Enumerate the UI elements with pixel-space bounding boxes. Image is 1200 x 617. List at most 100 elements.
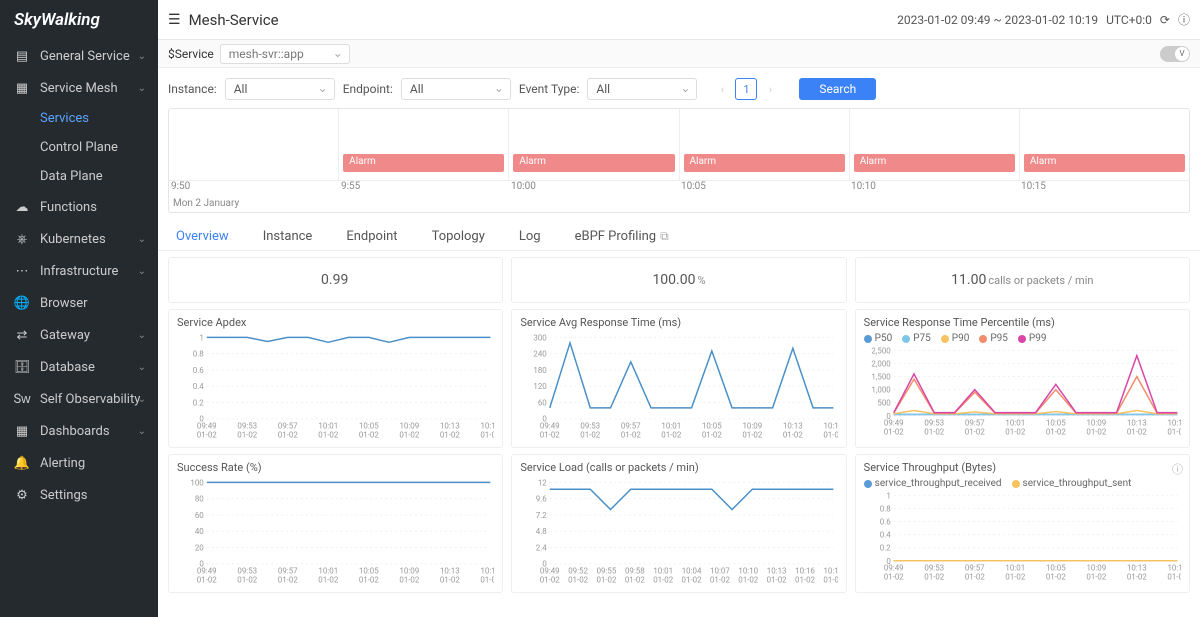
sidebar-item-functions[interactable]: ☁Functions	[0, 191, 158, 223]
svg-text:09:57: 09:57	[621, 422, 641, 431]
svg-text:10:01: 10:01	[654, 567, 674, 576]
menu-toggle-icon[interactable]: ☰	[168, 12, 181, 28]
copy-icon[interactable]: ⧉	[660, 229, 669, 243]
tab-ebpf-profiling[interactable]: eBPF Profiling⧉	[575, 229, 669, 244]
svg-text:0.6: 0.6	[193, 366, 205, 375]
chart-apdex: Service Apdex 00.20.40.60.8109:4901-0209…	[168, 309, 503, 448]
sw-icon: Sᴡ	[14, 391, 30, 407]
tab-log[interactable]: Log	[519, 229, 541, 244]
db-icon: 🗄	[14, 359, 30, 375]
svg-text:10:17: 10:17	[480, 567, 494, 576]
svg-text:2.4: 2.4	[536, 543, 548, 552]
alarm-event[interactable]: Alarm	[684, 154, 845, 172]
sidebar-subitem-data-plane[interactable]: Data Plane	[0, 162, 158, 191]
sidebar-item-general-service[interactable]: ▤General Service⌄	[0, 40, 158, 72]
bars-icon: ▤	[14, 48, 30, 64]
endpoint-select[interactable]: All	[401, 78, 511, 100]
tab-overview[interactable]: Overview	[176, 229, 229, 244]
legend-item[interactable]: P75	[902, 333, 931, 344]
sidebar-item-label: Self Observability	[40, 392, 140, 407]
alarm-event[interactable]: Alarm	[343, 154, 504, 172]
event-type-select[interactable]: All	[587, 78, 697, 100]
legend-item[interactable]: P99	[1018, 333, 1047, 344]
view-toggle[interactable]	[1160, 46, 1190, 62]
alarm-event[interactable]: Alarm	[513, 154, 674, 172]
svg-text:10:09: 10:09	[399, 567, 419, 576]
legend-item[interactable]: service_throughput_sent	[1012, 478, 1132, 489]
sidebar-subitem-services[interactable]: Services	[0, 104, 158, 133]
legend-item[interactable]: service_throughput_received	[864, 478, 1002, 489]
sidebar-item-label: Kubernetes	[40, 232, 106, 247]
info-icon[interactable]: ⓘ	[1178, 11, 1190, 28]
sidebar-item-settings[interactable]: ⚙Settings	[0, 479, 158, 511]
service-var-label: $Service	[168, 47, 214, 61]
svg-text:09:53: 09:53	[924, 419, 944, 428]
info-icon[interactable]: ⓘ	[1172, 461, 1183, 477]
svg-text:10:16: 10:16	[795, 567, 815, 576]
svg-text:180: 180	[534, 366, 547, 375]
svg-text:09:57: 09:57	[965, 419, 985, 428]
chart-title: Service Response Time Percentile (ms)	[864, 316, 1181, 329]
sidebar-item-kubernetes[interactable]: ⎈Kubernetes⌄	[0, 223, 158, 255]
time-range[interactable]: 2023-01-02 09:49 ~ 2023-01-02 10:19	[897, 13, 1098, 27]
sidebar-item-dashboards[interactable]: ▦Dashboards⌄	[0, 415, 158, 447]
legend-item[interactable]: P90	[941, 333, 970, 344]
sidebar-item-infrastructure[interactable]: ⋯Infrastructure⌄	[0, 255, 158, 287]
refresh-icon[interactable]: ⟳	[1160, 13, 1170, 27]
chevron-down-icon: ⌄	[138, 362, 146, 373]
svg-text:10:01: 10:01	[1005, 419, 1025, 428]
sidebar-item-label: Service Mesh	[40, 81, 118, 96]
svg-text:09:53: 09:53	[581, 422, 601, 431]
sidebar-item-label: General Service	[40, 49, 130, 64]
sidebar-item-self-observability[interactable]: Sᴡ Self Observability⌄	[0, 383, 158, 415]
metric-unit: calls or packets / min	[988, 274, 1093, 287]
tab-instance[interactable]: Instance	[263, 229, 313, 244]
service-bar: $Service mesh-svr::app	[158, 40, 1200, 68]
tab-endpoint[interactable]: Endpoint	[346, 229, 397, 244]
sidebar-item-gateway[interactable]: ⇄Gateway⌄	[0, 319, 158, 351]
chevron-down-icon: ⌄	[138, 394, 146, 405]
svg-text:01-02: 01-02	[237, 576, 258, 585]
alarm-event[interactable]: Alarm	[854, 154, 1015, 172]
svg-text:01-02: 01-02	[1127, 428, 1148, 437]
svg-text:01-02: 01-02	[581, 431, 602, 440]
sidebar-item-browser[interactable]: 🌐Browser	[0, 287, 158, 319]
search-button[interactable]: Search	[799, 78, 876, 100]
tab-topology[interactable]: Topology	[432, 229, 485, 244]
page-next[interactable]: ›	[759, 78, 781, 100]
svg-text:01-02: 01-02	[1086, 573, 1107, 582]
timeline-tick: 9:50	[169, 181, 339, 195]
svg-text:09:49: 09:49	[540, 422, 560, 431]
svg-text:10:13: 10:13	[1127, 564, 1147, 573]
metric-value: 0.99	[321, 272, 348, 288]
sidebar-item-alerting[interactable]: 🔔Alerting	[0, 447, 158, 479]
svg-text:10:13: 10:13	[440, 422, 460, 431]
sidebar-item-label: Gateway	[40, 328, 90, 343]
filter-bar: Instance: All Endpoint: All Event Type: …	[158, 68, 1200, 108]
svg-text:09:49: 09:49	[197, 567, 217, 576]
svg-text:09:57: 09:57	[965, 564, 985, 573]
svg-text:01-02: 01-02	[1127, 573, 1148, 582]
timeline: AlarmAlarmAlarmAlarmAlarm 9:509:5510:001…	[168, 108, 1190, 213]
legend-item[interactable]: P50	[864, 333, 893, 344]
globe-icon: 🌐	[14, 295, 30, 311]
alarm-event[interactable]: Alarm	[1024, 154, 1185, 172]
chart-success: Success Rate (%) 02040608010009:4901-020…	[168, 454, 503, 593]
svg-text:01-02: 01-02	[197, 431, 218, 440]
sidebar-item-service-mesh[interactable]: ▦Service Mesh⌄	[0, 72, 158, 104]
sidebar-item-database[interactable]: 🗄Database⌄	[0, 351, 158, 383]
svg-text:10:07: 10:07	[710, 567, 730, 576]
legend-item[interactable]: P95	[979, 333, 1008, 344]
svg-text:500: 500	[877, 399, 890, 408]
page-prev[interactable]: ‹	[711, 78, 733, 100]
chevron-down-icon: ⌄	[138, 330, 146, 341]
svg-text:0.6: 0.6	[879, 518, 891, 527]
chart-title: Service Avg Response Time (ms)	[520, 316, 837, 329]
svg-text:10:10: 10:10	[739, 567, 759, 576]
page-current[interactable]: 1	[735, 78, 757, 100]
timeline-tick: 10:05	[679, 181, 849, 195]
instance-select[interactable]: All	[225, 78, 335, 100]
service-select[interactable]: mesh-svr::app	[220, 44, 350, 64]
svg-text:40: 40	[195, 527, 204, 536]
sidebar-subitem-control-plane[interactable]: Control Plane	[0, 133, 158, 162]
